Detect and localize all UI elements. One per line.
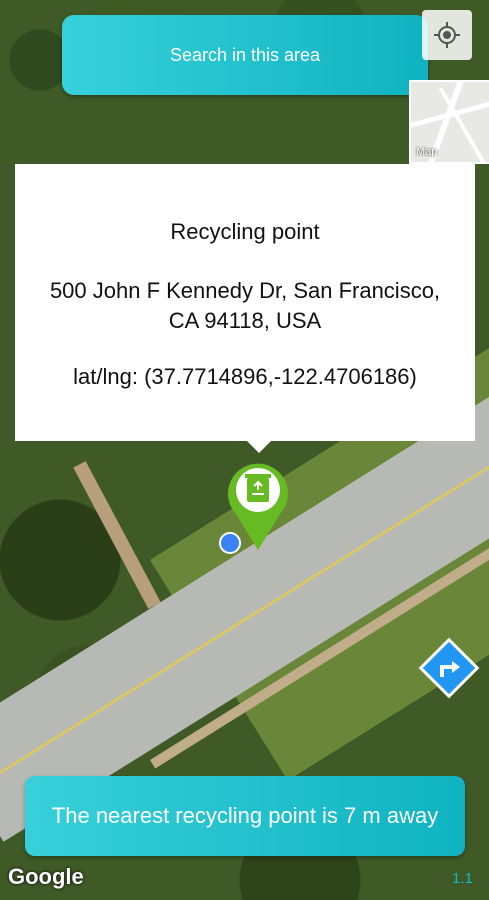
current-location-dot [219, 532, 241, 554]
footpath [73, 461, 161, 609]
info-window-pointer [247, 441, 271, 453]
google-logo: Google [8, 864, 84, 889]
place-address: 500 John F Kennedy Dr, San Francisco, CA… [49, 278, 441, 333]
map-type-toggle[interactable]: Map [409, 80, 489, 164]
directions-button[interactable] [418, 637, 480, 704]
place-title: Recycling point [170, 219, 320, 244]
my-location-button[interactable] [422, 10, 472, 60]
version-label: 1.1 [452, 870, 473, 887]
map-type-label: Map [416, 146, 438, 158]
recycle-icon [245, 474, 271, 502]
turn-right-icon [418, 637, 480, 699]
nearest-distance-banner: The nearest recycling point is 7 m away [25, 776, 465, 856]
search-area-button[interactable]: Search in this area [62, 15, 428, 95]
crosshair-icon [434, 22, 460, 48]
info-window[interactable]: Recycling point 500 John F Kennedy Dr, S… [15, 164, 475, 441]
place-coordinates: lat/lng: (37.7714896,-122.4706186) [73, 364, 417, 389]
